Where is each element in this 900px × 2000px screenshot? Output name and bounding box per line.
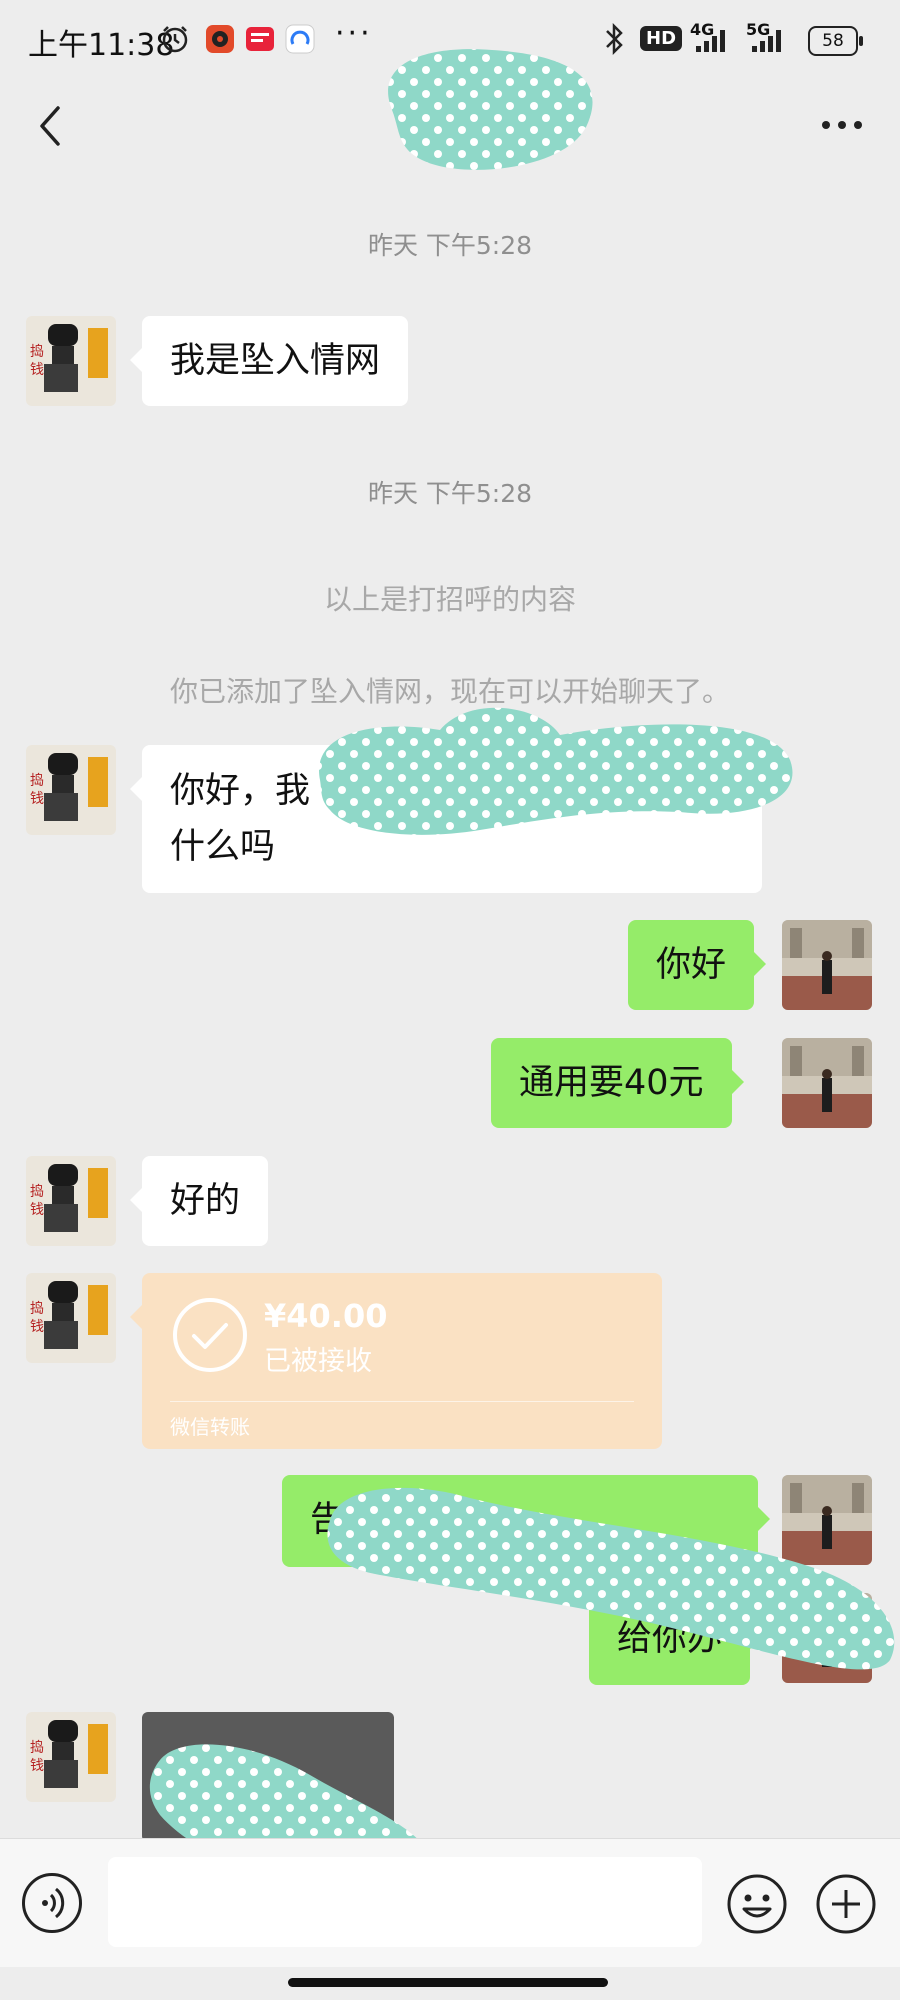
emoji-icon[interactable] xyxy=(726,1873,788,1935)
system-note: 以上是打招呼的内容 xyxy=(323,583,576,616)
status-bar: 上午11:38 ··· HD 4G 5G 58 xyxy=(0,0,900,80)
status-more-indicator: ··· xyxy=(335,16,373,51)
contact-avatar[interactable]: 捣 钱 xyxy=(26,1712,116,1802)
contact-avatar[interactable]: 捣 钱 xyxy=(26,316,116,406)
message-bubble-outgoing[interactable]: 你好 xyxy=(628,920,767,1010)
news-app-icon xyxy=(246,27,274,51)
divider xyxy=(170,1401,634,1402)
timestamp: 昨天 下午5:28 xyxy=(367,479,533,508)
svg-text:钱: 钱 xyxy=(30,1202,44,1218)
message-bubble-incoming[interactable]: 好的 xyxy=(129,1156,269,1246)
input-bar xyxy=(0,1838,900,1967)
self-avatar[interactable] xyxy=(782,1038,872,1128)
svg-text:捣: 捣 xyxy=(30,343,44,360)
message-text: 你好 xyxy=(656,945,727,985)
battery-level: 58 xyxy=(822,31,844,51)
voice-icon[interactable] xyxy=(22,1873,82,1933)
message-bubble-outgoing[interactable]: 通用要40元 xyxy=(491,1038,744,1128)
svg-text:钱: 钱 xyxy=(30,791,44,807)
chat-header xyxy=(0,80,900,172)
message-text-line: 什么吗 xyxy=(170,827,276,867)
alarm-icon xyxy=(162,26,188,53)
check-circle-icon xyxy=(173,1298,247,1372)
battery-icon: 58 xyxy=(808,26,863,56)
plus-icon[interactable] xyxy=(815,1873,877,1935)
message-bubble-incoming[interactable]: 我是坠入情网 xyxy=(129,316,409,406)
home-indicator[interactable] xyxy=(288,1978,608,1987)
signal-icon xyxy=(696,30,725,52)
timestamp: 昨天 下午5:28 xyxy=(367,231,533,260)
message-text: 通用要40元 xyxy=(519,1063,704,1103)
message-text: 我是坠入情网 xyxy=(170,341,381,381)
message-text: 好的 xyxy=(170,1181,241,1221)
svg-text:捣: 捣 xyxy=(30,772,44,789)
signal-icon xyxy=(752,30,781,52)
svg-text:捣: 捣 xyxy=(30,1739,44,1756)
chevron-left-icon[interactable] xyxy=(28,98,76,154)
contact-avatar[interactable]: 捣 钱 xyxy=(26,1273,116,1363)
image-message[interactable] xyxy=(142,1712,394,1842)
svg-text:钱: 钱 xyxy=(30,362,44,378)
more-dots-icon[interactable] xyxy=(812,100,872,150)
hd-badge: HD xyxy=(640,26,683,51)
self-avatar[interactable] xyxy=(782,920,872,1010)
svg-text:捣: 捣 xyxy=(30,1183,44,1200)
message-bubble-incoming[interactable]: 你好，我 什么吗 xyxy=(130,745,762,893)
status-time: 上午11:38 xyxy=(28,28,175,63)
contact-avatar[interactable]: 捣 钱 xyxy=(26,745,116,835)
transfer-status: 已被接收 xyxy=(264,1346,372,1377)
message-text-line: 你好，我 xyxy=(170,771,311,811)
svg-text:捣: 捣 xyxy=(30,1300,44,1317)
message-bubble-outgoing[interactable]: 告 xyxy=(282,1475,770,1567)
bluetooth-icon xyxy=(606,22,623,56)
svg-text:钱: 钱 xyxy=(30,1319,44,1335)
transfer-amount: ¥40.00 xyxy=(264,1297,388,1335)
browser-app-icon xyxy=(285,24,315,54)
self-avatar[interactable] xyxy=(782,1593,872,1683)
self-avatar[interactable] xyxy=(782,1475,872,1565)
transfer-card[interactable]: ¥40.00 已被接收 微信转账 xyxy=(130,1273,662,1449)
system-note: 你已添加了坠入情网，现在可以开始聊天了。 xyxy=(169,675,730,708)
contact-avatar[interactable]: 捣 钱 xyxy=(26,1156,116,1246)
transfer-label: 微信转账 xyxy=(170,1415,250,1439)
message-text: 告 xyxy=(310,1500,346,1540)
message-input[interactable] xyxy=(108,1857,702,1947)
music-app-icon xyxy=(206,25,234,53)
message-text: 给你办 xyxy=(617,1619,723,1659)
message-bubble-outgoing[interactable]: 给你办 xyxy=(589,1593,763,1685)
svg-text:钱: 钱 xyxy=(30,1758,44,1774)
